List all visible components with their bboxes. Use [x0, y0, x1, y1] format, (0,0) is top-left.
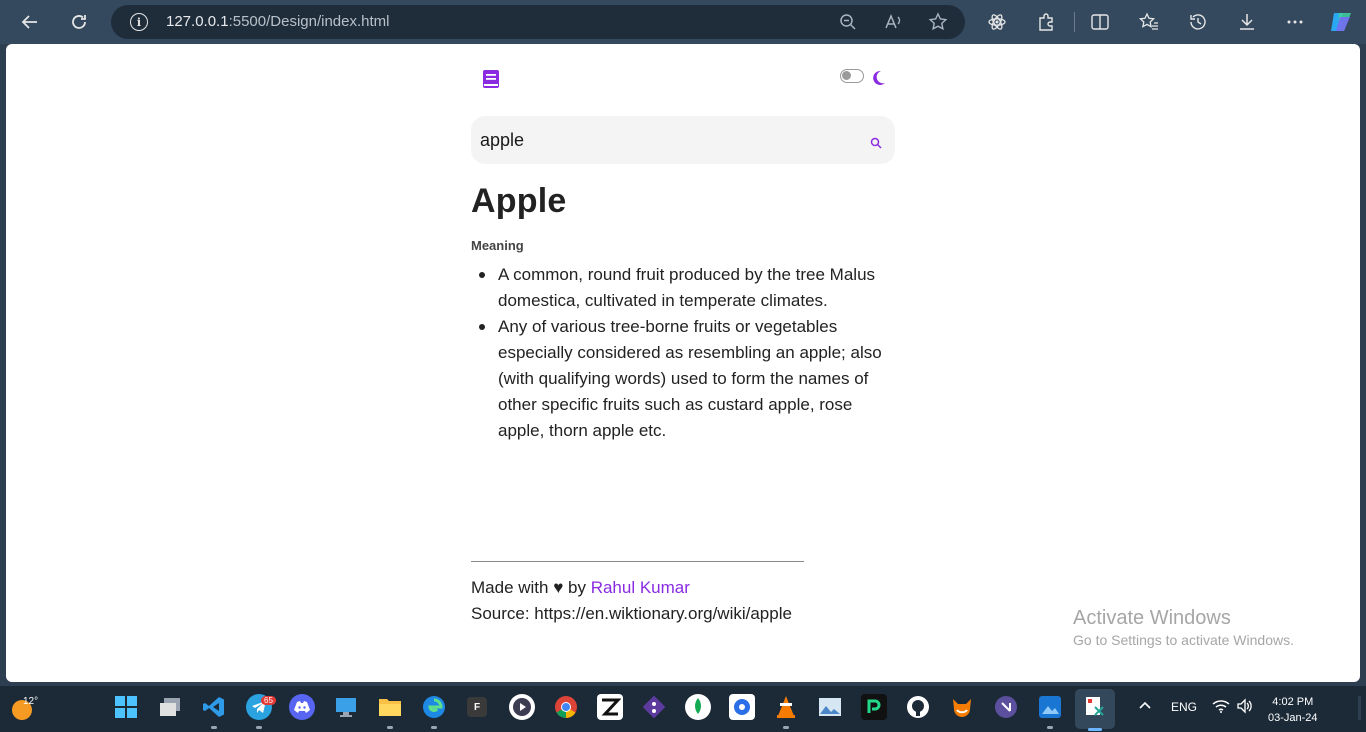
- f-app-icon[interactable]: F: [467, 697, 487, 717]
- chrome-icon[interactable]: [553, 694, 579, 720]
- browser-toolbar: i 127.0.0.1:5500/Design/index.html: [0, 0, 1366, 44]
- snipping-tool-icon[interactable]: [1082, 694, 1108, 720]
- read-aloud-icon[interactable]: [882, 10, 906, 34]
- meaning-label: Meaning: [471, 238, 524, 253]
- definition-item: A common, round fruit produced by the tr…: [471, 262, 895, 314]
- site-info-icon[interactable]: i: [130, 13, 148, 31]
- downloads-icon[interactable]: [1233, 8, 1261, 36]
- definition-item: Any of various tree-borne fruits or vege…: [471, 314, 895, 444]
- url-text[interactable]: 127.0.0.1:5500/Design/index.html: [166, 13, 390, 30]
- active-indicator: [1088, 728, 1102, 731]
- telegram-badge: 65: [261, 696, 276, 705]
- postman-like-icon[interactable]: [729, 694, 755, 720]
- reload-icon[interactable]: [61, 4, 97, 40]
- moon-icon: [869, 69, 887, 87]
- favorites-icon[interactable]: [1135, 8, 1163, 36]
- mongodb-icon[interactable]: [685, 694, 711, 720]
- system-clock[interactable]: 4:02 PM 03-Jan-24: [1268, 694, 1318, 726]
- start-windows-icon[interactable]: [113, 694, 139, 720]
- chevron-up-icon[interactable]: [1138, 698, 1152, 715]
- react-devtools-icon[interactable]: [983, 8, 1011, 36]
- footer-divider: [471, 561, 804, 562]
- file-explorer-icon[interactable]: [377, 694, 403, 720]
- zoom-icon[interactable]: [836, 10, 860, 34]
- running-indicator: [783, 726, 789, 729]
- visual-studio-icon[interactable]: [993, 694, 1019, 720]
- toggle-knob: [842, 71, 851, 80]
- toolbar-separator: [1074, 12, 1075, 32]
- vscode-icon[interactable]: [201, 694, 227, 720]
- book-logo-icon: [483, 70, 499, 90]
- edge-icon[interactable]: [421, 694, 447, 720]
- footer-source: Source: https://en.wiktionary.org/wiki/a…: [471, 604, 792, 623]
- footer-credit: Made with ♥ by Rahul Kumar: [471, 578, 690, 598]
- temperature: 12°: [23, 696, 39, 707]
- made-with-text: Made with ♥ by: [471, 578, 591, 597]
- extensions-icon[interactable]: [1032, 8, 1060, 36]
- copilot-icon[interactable]: [1327, 8, 1355, 36]
- remote-desktop-icon[interactable]: [333, 694, 359, 720]
- paint-app-icon[interactable]: [1037, 694, 1063, 720]
- volume-icon[interactable]: [1236, 698, 1254, 717]
- git-icon[interactable]: [641, 694, 667, 720]
- taskbar: 12° 65 F ENG 4:02 PM 03-Jan-24: [0, 686, 1366, 732]
- discord-icon[interactable]: [289, 694, 315, 720]
- clock-date: 03-Jan-24: [1268, 712, 1318, 724]
- language-indicator[interactable]: ENG: [1171, 700, 1197, 714]
- back-icon[interactable]: [12, 4, 48, 40]
- page-viewport: Apple Meaning A common, round fruit prod…: [6, 44, 1360, 682]
- vlc-icon[interactable]: [773, 694, 799, 720]
- author-link[interactable]: Rahul Kumar: [591, 578, 690, 597]
- address-bar[interactable]: i 127.0.0.1:5500/Design/index.html: [111, 5, 965, 39]
- pycharm-icon[interactable]: [861, 694, 887, 720]
- definitions-list: A common, round fruit produced by the tr…: [471, 262, 895, 444]
- task-view-icon[interactable]: [157, 694, 183, 720]
- search-box: [471, 116, 895, 164]
- running-indicator: [256, 726, 262, 729]
- split-screen-icon[interactable]: [1086, 8, 1114, 36]
- github-icon[interactable]: [905, 694, 931, 720]
- running-indicator: [387, 726, 393, 729]
- fox-app-icon[interactable]: [949, 694, 975, 720]
- activate-windows-watermark: Activate Windows Go to Settings to activ…: [1073, 607, 1294, 648]
- zed-app-icon[interactable]: [597, 694, 623, 720]
- clock-time: 4:02 PM: [1272, 696, 1314, 708]
- theme-toggle[interactable]: [840, 69, 864, 83]
- running-indicator: [211, 726, 217, 729]
- favorite-star-icon[interactable]: [926, 10, 950, 34]
- watermark-title: Activate Windows: [1073, 607, 1231, 629]
- word-title: Apple: [471, 182, 567, 220]
- running-indicator: [431, 726, 437, 729]
- photos-icon[interactable]: [817, 694, 843, 720]
- more-options-icon[interactable]: [1281, 8, 1309, 36]
- running-indicator: [1047, 726, 1053, 729]
- show-desktop-button[interactable]: [1358, 696, 1361, 720]
- history-icon[interactable]: [1184, 8, 1212, 36]
- wifi-icon[interactable]: [1212, 698, 1230, 717]
- media-player-icon[interactable]: [509, 694, 535, 720]
- search-input[interactable]: [480, 128, 860, 152]
- search-icon[interactable]: [870, 136, 882, 149]
- watermark-subtitle: Go to Settings to activate Windows.: [1073, 632, 1294, 648]
